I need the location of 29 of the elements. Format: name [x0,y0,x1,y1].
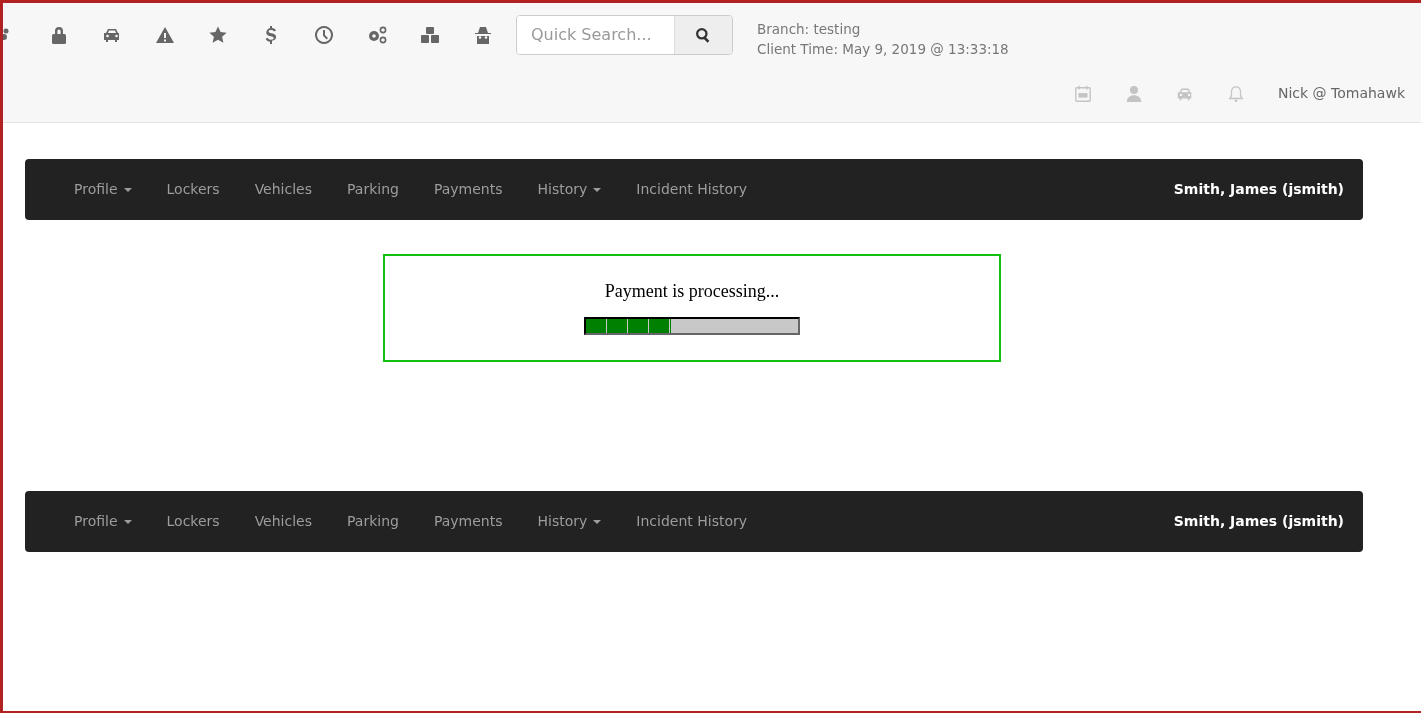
lock-icon[interactable] [49,25,69,45]
nav-link[interactable]: Parking [335,179,411,200]
dropdown-link[interactable]: Profile [62,511,144,532]
user-name: Smith, James (jsmith) [1173,180,1344,199]
nav-link[interactable]: Incident History [624,511,760,532]
nav-link[interactable]: Lockers [154,179,232,200]
nav-link[interactable]: Payments [421,511,515,532]
user-menu[interactable]: Nick @ Tomahawk [1277,83,1405,104]
nav-link[interactable]: Incident History [624,179,760,200]
processing-message: Payment is processing... [604,280,780,303]
nav-link[interactable]: Parking [335,511,411,532]
dropdown-link[interactable]: History [525,179,614,200]
dropdown-link[interactable]: History [525,511,614,532]
clock-icon[interactable] [314,25,334,45]
branch-label: Branch: testing [757,20,862,39]
cubes-icon[interactable] [420,25,440,45]
search-icon [695,26,712,44]
search-button[interactable] [674,16,732,54]
spy-icon[interactable] [473,25,493,45]
nav-link[interactable]: Lockers [154,511,232,532]
user-name: Smith, James (jsmith) [1173,512,1344,531]
star-icon[interactable] [208,25,228,45]
nav-link[interactable]: Payments [421,179,515,200]
warning-icon[interactable] [155,25,175,45]
dropdown-link[interactable]: Profile [62,179,144,200]
nav-link[interactable]: Vehicles [242,179,324,200]
nav-link[interactable]: Vehicles [242,511,324,532]
client-time: Client Time: May 9, 2019 @ 13:33:18 [757,40,1009,59]
search-field[interactable]: Quick Search... [516,15,733,55]
